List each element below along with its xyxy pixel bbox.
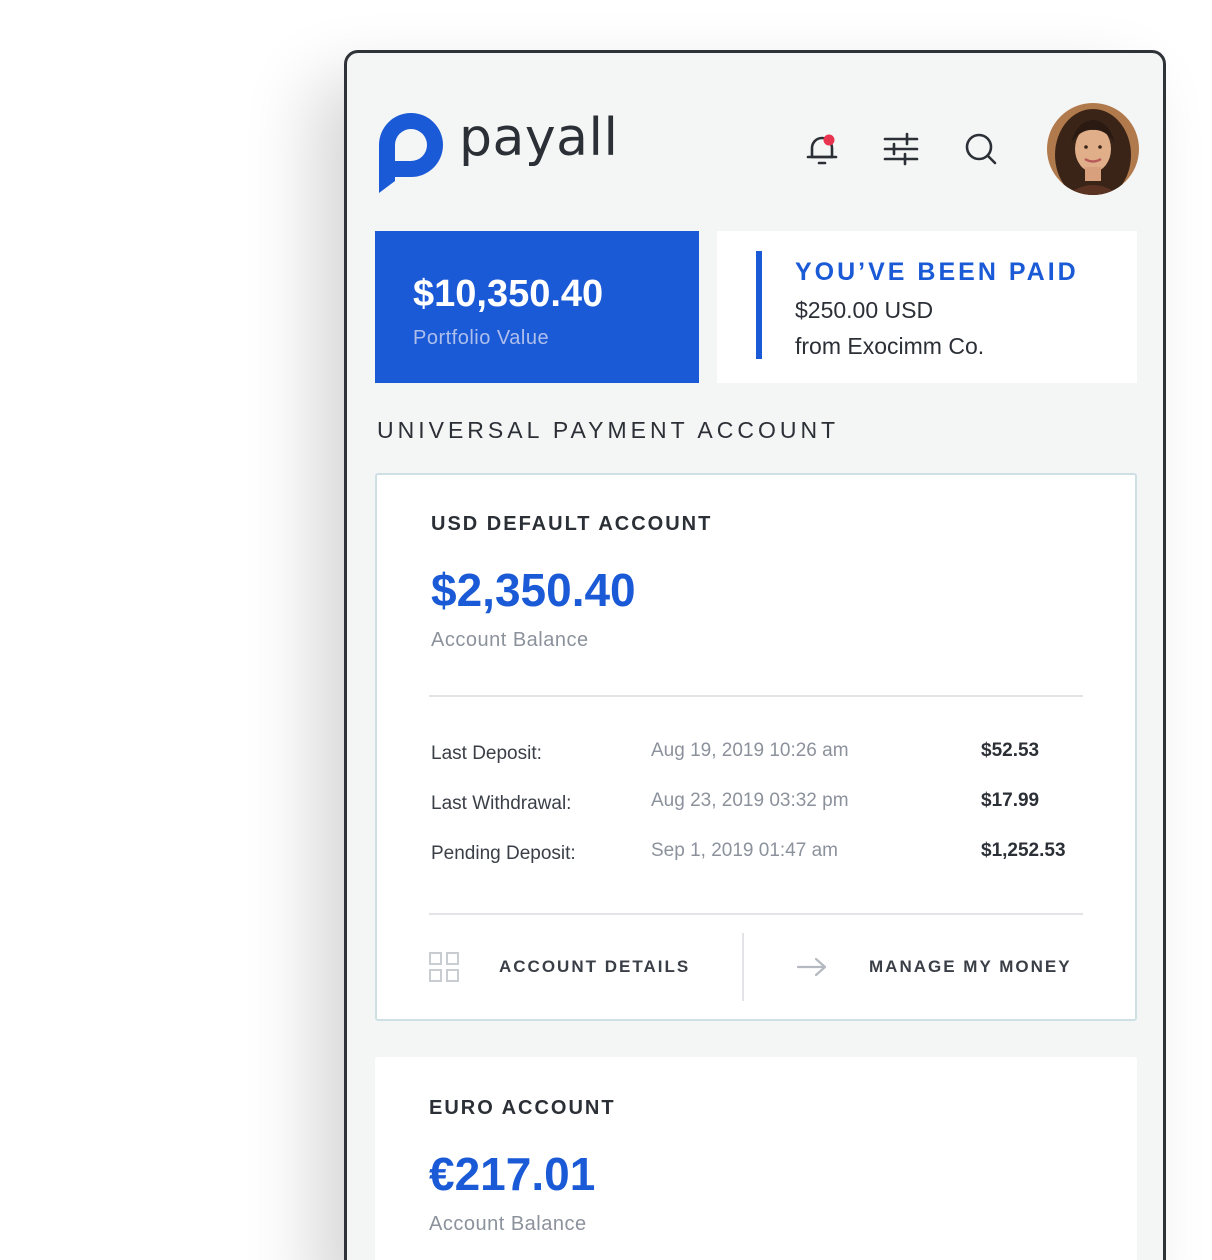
account-balance: €217.01: [429, 1148, 596, 1200]
transaction-date: Aug 23, 2019 03:32 pm: [651, 790, 849, 811]
notification-bell-icon[interactable]: [800, 127, 844, 171]
transaction-row: Last Deposit: Aug 19, 2019 10:26 am $52.…: [431, 740, 1091, 773]
account-balance: $2,350.40: [431, 564, 636, 616]
payall-logo-icon: [375, 109, 445, 193]
divider: [429, 913, 1083, 915]
search-icon[interactable]: [959, 127, 1003, 171]
divider: [429, 695, 1083, 697]
usd-account-card: USD DEFAULT ACCOUNT $2,350.40 Account Ba…: [375, 473, 1137, 1021]
manage-money-label: MANAGE MY MONEY: [869, 957, 1072, 976]
portfolio-summary-card[interactable]: $10,350.40 Portfolio Value: [375, 231, 699, 383]
transaction-amount: $1,252.53: [981, 840, 1066, 861]
transaction-date: Sep 1, 2019 01:47 am: [651, 840, 838, 861]
account-balance-label: Account Balance: [431, 629, 589, 651]
transaction-row: Pending Deposit: Sep 1, 2019 01:47 am $1…: [431, 840, 1091, 873]
euro-account-card: EURO ACCOUNT €217.01 Account Balance: [375, 1057, 1137, 1260]
notification-dot: [823, 134, 835, 146]
portfolio-label: Portfolio Value: [413, 327, 550, 349]
grid-icon: [429, 952, 459, 982]
transaction-label: Pending Deposit:: [431, 843, 576, 864]
payment-received-title: YOU’VE BEEN PAID: [795, 258, 1079, 286]
account-details-label: ACCOUNT DETAILS: [499, 957, 691, 976]
account-name: USD DEFAULT ACCOUNT: [431, 513, 713, 535]
account-name: EURO ACCOUNT: [429, 1097, 616, 1119]
payment-received-amount: $250.00 USD: [795, 297, 934, 323]
arrow-right-icon: [796, 955, 827, 979]
transaction-label: Last Deposit:: [431, 743, 542, 764]
transaction-date: Aug 19, 2019 10:26 am: [651, 740, 849, 761]
transaction-label: Last Withdrawal:: [431, 793, 572, 814]
accent-bar: [756, 251, 762, 359]
user-avatar[interactable]: [1047, 103, 1139, 195]
account-balance-label: Account Balance: [429, 1213, 587, 1235]
transaction-row: Last Withdrawal: Aug 23, 2019 03:32 pm $…: [431, 790, 1091, 823]
portfolio-value: $10,350.40: [413, 273, 604, 315]
payment-received-card[interactable]: YOU’VE BEEN PAID $250.00 USD from Exocim…: [717, 231, 1137, 383]
manage-money-button[interactable]: MANAGE MY MONEY: [796, 945, 1072, 989]
transaction-amount: $52.53: [981, 740, 1040, 761]
payment-received-source: from Exocimm Co.: [795, 333, 985, 359]
app-window: payall $10,350.40 Portfolio Value YOU’VE…: [344, 50, 1166, 1260]
transaction-amount: $17.99: [981, 790, 1040, 811]
section-title: UNIVERSAL PAYMENT ACCOUNT: [377, 417, 840, 443]
account-details-button[interactable]: ACCOUNT DETAILS: [429, 945, 690, 989]
vertical-divider: [742, 933, 744, 1001]
brand-name: payall: [459, 108, 619, 168]
filter-sliders-icon[interactable]: [879, 127, 923, 171]
